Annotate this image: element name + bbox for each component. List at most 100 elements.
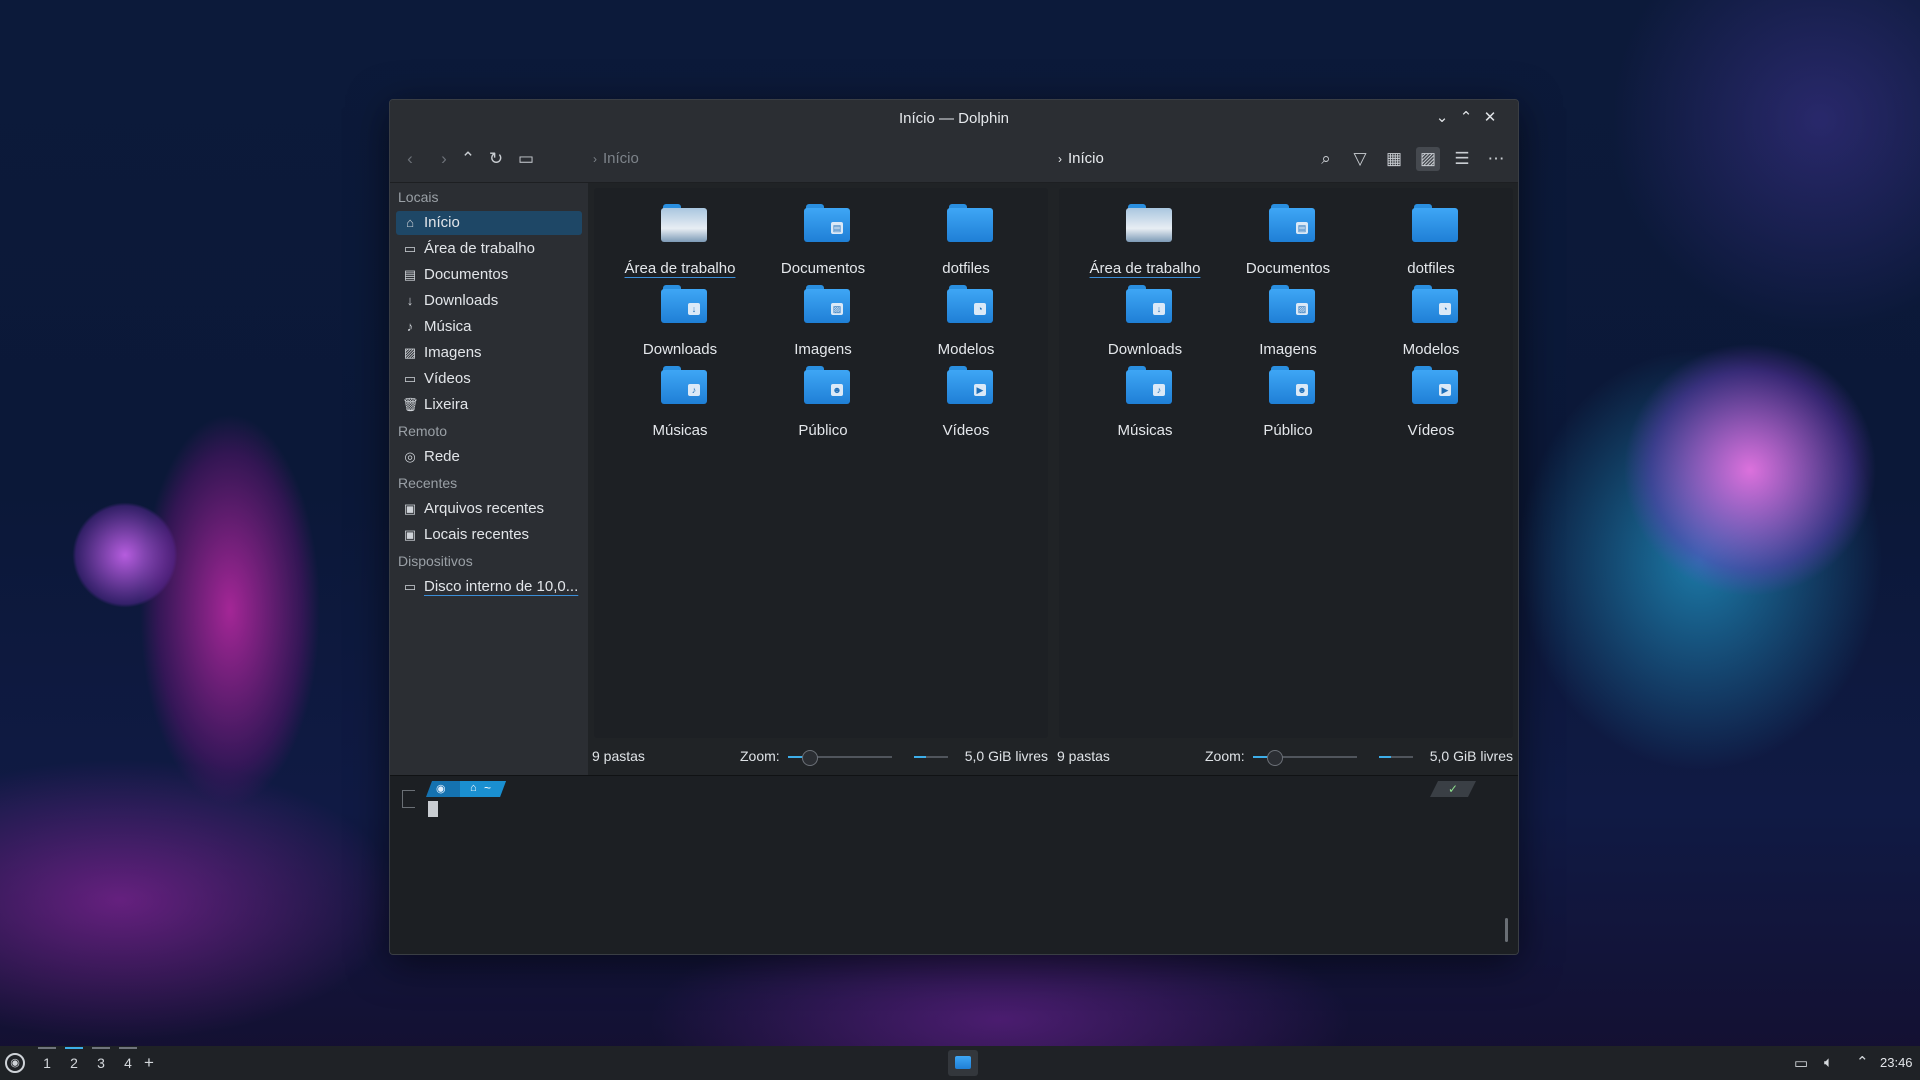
zoom-label: Zoom: xyxy=(1205,748,1245,764)
sidebar-item-label: Lixeira xyxy=(424,396,469,413)
folder-item[interactable]: dotfiles xyxy=(1361,204,1501,282)
home-icon: ⌂ xyxy=(406,215,414,230)
sidebar-item[interactable]: ▣ Locais recentes xyxy=(396,523,582,547)
folder-label: Público xyxy=(1263,422,1313,439)
folder-item[interactable]: ☻ Público xyxy=(1218,366,1358,444)
folder-item[interactable]: ♪ Músicas xyxy=(610,366,750,444)
folder-item[interactable]: ☻ Público xyxy=(753,366,893,444)
sidebar-item[interactable]: ▤ Documentos xyxy=(396,263,582,287)
reload-icon[interactable]: ↻ xyxy=(484,147,508,171)
virtual-desktop-4[interactable]: 4 xyxy=(117,1047,139,1071)
folder-label: Documentos xyxy=(1245,260,1331,277)
folder-item[interactable]: Área de trabalho xyxy=(610,204,750,282)
pictures-icon: ▨ xyxy=(403,345,417,360)
folder-label: Documentos xyxy=(780,260,866,277)
folder-emblem-icon: ▨ xyxy=(1296,303,1308,315)
sidebar-item[interactable]: ▭ Vídeos xyxy=(396,367,582,391)
folder-item[interactable]: ◔ Modelos xyxy=(1361,285,1501,363)
folder-icon xyxy=(1412,204,1458,242)
folder-item[interactable]: ▤ Documentos xyxy=(753,204,893,282)
folder-item[interactable]: ▨ Imagens xyxy=(753,285,893,363)
folder-item[interactable]: ↓ Downloads xyxy=(610,285,750,363)
folder-emblem-icon: ♪ xyxy=(1153,384,1165,396)
volume-tray-icon[interactable]: 🔈︎ xyxy=(1824,1054,1833,1071)
folder-emblem-icon: ▤ xyxy=(831,222,843,234)
maximize-button[interactable]: ⌃ xyxy=(1456,108,1476,128)
app-launcher-icon[interactable]: ◉ xyxy=(5,1053,25,1073)
folder-item[interactable]: Área de trabalho xyxy=(1075,204,1215,282)
tray-expand-icon[interactable]: ⌃ xyxy=(1856,1053,1869,1071)
folder-item[interactable]: dotfiles xyxy=(896,204,1036,282)
sidebar-item[interactable]: ▭ Disco interno de 10,0... xyxy=(396,575,582,599)
folder-icon xyxy=(955,1056,971,1069)
folder-icon: ↓ xyxy=(661,285,707,323)
sidebar-item-label: Música xyxy=(424,318,472,335)
folder-item[interactable]: ▶ Vídeos xyxy=(1361,366,1501,444)
folder-emblem-icon: ☻ xyxy=(831,384,843,396)
preview-icon[interactable]: ▨ xyxy=(1416,147,1440,171)
terminal-scrollbar[interactable] xyxy=(1505,918,1508,942)
minimize-button[interactable]: ⌄ xyxy=(1432,108,1452,128)
folder-count: 9 pastas xyxy=(592,748,645,764)
desktop-folder-icon xyxy=(661,204,707,242)
sidebar-item[interactable]: ⌂ Início xyxy=(396,211,582,235)
sidebar-item[interactable]: ▣ Arquivos recentes xyxy=(396,497,582,521)
left-breadcrumb[interactable]: › Início xyxy=(593,150,639,167)
sidebar-item-label: Rede xyxy=(424,448,460,465)
sidebar-item-label: Vídeos xyxy=(424,370,471,387)
virtual-desktop-2[interactable]: 2 xyxy=(63,1047,85,1071)
folder-icon: ◔ xyxy=(1412,285,1458,323)
sidebar-item[interactable]: 🗑 Lixeira xyxy=(396,393,582,417)
terminal-marker xyxy=(402,790,415,808)
network-tray-icon[interactable]: ▭ xyxy=(1794,1054,1808,1072)
folder-item[interactable]: ↓ Downloads xyxy=(1075,285,1215,363)
folder-icon: ◔ xyxy=(947,285,993,323)
taskbar: ◉ 1234 + ▭ 🔈︎ ⌃ 23:46 xyxy=(0,1046,1920,1080)
sidebar-item[interactable]: ↓ Downloads xyxy=(396,289,582,313)
search-icon[interactable]: ⌕ xyxy=(1314,147,1338,171)
close-button[interactable]: ✕ xyxy=(1480,108,1500,128)
title-bar[interactable]: Início — Dolphin ⌄ ⌃ ✕ xyxy=(390,100,1518,136)
zoom-slider[interactable] xyxy=(788,750,892,766)
dolphin-task-button[interactable] xyxy=(948,1050,978,1076)
forward-icon[interactable]: › xyxy=(432,147,456,171)
drive-icon: ▭ xyxy=(403,579,417,594)
folder-item[interactable]: ▤ Documentos xyxy=(1218,204,1358,282)
left-pane[interactable]: Área de trabalho ▤ Documentos dotfiles ↓ Down… xyxy=(594,188,1048,738)
sidebar-item[interactable]: ◎ Rede xyxy=(396,445,582,469)
right-pane[interactable]: Área de trabalho ▤ Documentos dotfiles ↓ Down… xyxy=(1059,188,1513,738)
toolbar: ‹ › ⌃ ↻ ▭ › Início › Início ⌕ ▽ ▦ ▨ ☰ ⋯ xyxy=(390,136,1518,183)
up-icon[interactable]: ⌃ xyxy=(456,147,480,171)
terminal-panel[interactable]: ◉ ⌂ ~ ✓ xyxy=(390,775,1518,954)
sidebar-item-label: Locais recentes xyxy=(424,526,530,543)
prompt-path: ~ xyxy=(484,781,492,795)
folder-item[interactable]: ▨ Imagens xyxy=(1218,285,1358,363)
videos-icon: ▭ xyxy=(403,371,417,386)
folder-label: Músicas xyxy=(652,422,708,439)
folder-emblem-icon: ◔ xyxy=(974,303,986,315)
folder-icon: ▶ xyxy=(947,366,993,404)
folder-icon: ▨ xyxy=(1269,285,1315,323)
folder-item[interactable]: ◔ Modelos xyxy=(896,285,1036,363)
menu-icon[interactable]: ⋯ xyxy=(1484,147,1508,171)
new-tab-icon[interactable]: ▭ xyxy=(514,147,538,171)
clock[interactable]: 23:46 xyxy=(1880,1055,1913,1070)
sidebar-item[interactable]: ▭ Área de trabalho xyxy=(396,237,582,261)
right-breadcrumb[interactable]: › Início xyxy=(1058,150,1104,167)
folder-item[interactable]: ♪ Músicas xyxy=(1075,366,1215,444)
desktop-folder-icon xyxy=(1126,204,1172,242)
split-view-icon[interactable]: ☰ xyxy=(1450,147,1474,171)
virtual-desktop-3[interactable]: 3 xyxy=(90,1047,112,1071)
virtual-desktop-1[interactable]: 1 xyxy=(36,1047,58,1071)
sidebar-item[interactable]: ▨ Imagens xyxy=(396,341,582,365)
free-space-bar xyxy=(914,756,948,758)
folder-item[interactable]: ▶ Vídeos xyxy=(896,366,1036,444)
sidebar-item[interactable]: ♪ Música xyxy=(396,315,582,339)
filter-icon[interactable]: ▽ xyxy=(1348,147,1372,171)
back-icon[interactable]: ‹ xyxy=(398,147,422,171)
icons-view-icon[interactable]: ▦ xyxy=(1382,147,1406,171)
add-desktop-button[interactable]: + xyxy=(144,1053,154,1073)
folder-label: dotfiles xyxy=(1407,260,1455,277)
zoom-slider[interactable] xyxy=(1253,750,1357,766)
breadcrumb-label: Início xyxy=(1068,150,1104,167)
